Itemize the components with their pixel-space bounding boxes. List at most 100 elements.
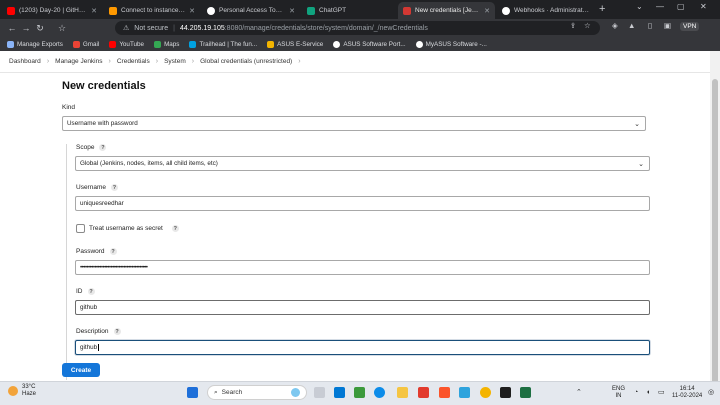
clock[interactable]: 16:14 11-02-2024 xyxy=(672,386,702,400)
treat-username-secret-label: Treat username as secret? xyxy=(89,225,179,232)
bookmarks-bar: Manage Exports Gmail YouTube Maps Trailh… xyxy=(0,37,720,51)
bookmark-icon[interactable]: ☆ xyxy=(55,23,69,34)
globe-icon xyxy=(415,40,423,48)
description-input[interactable]: github xyxy=(75,340,650,355)
file-explorer-icon[interactable] xyxy=(397,387,408,398)
bookmark-maps[interactable]: Maps xyxy=(154,40,179,48)
github-icon xyxy=(207,6,215,15)
taskbar-search[interactable]: ⌕ Search xyxy=(207,385,307,400)
reload-icon[interactable]: ↻ xyxy=(33,23,47,34)
bookmark-asus-eservice[interactable]: ASUS E-Service xyxy=(267,40,323,48)
chevron-right-icon: › xyxy=(155,58,159,65)
tab-github-tokens[interactable]: Personal Access Tokens (Classic ✕ xyxy=(202,2,300,19)
kind-selected-value: Username with password xyxy=(67,120,138,127)
password-input[interactable]: ••••••••••••••••••••••••••••••••••••••••… xyxy=(75,260,650,275)
page-scrollbar[interactable] xyxy=(710,51,720,389)
forward-icon[interactable]: → xyxy=(19,23,33,33)
maximize-icon[interactable]: ▢ xyxy=(677,2,685,11)
new-tab-button[interactable]: + xyxy=(599,3,605,15)
help-icon[interactable]: ? xyxy=(110,184,118,191)
bookmark-manage-exports[interactable]: Manage Exports xyxy=(7,40,63,48)
globe-icon xyxy=(333,40,341,48)
help-icon[interactable]: ? xyxy=(113,328,121,335)
breadcrumb-credentials[interactable]: Credentials xyxy=(117,58,150,65)
text-cursor xyxy=(97,344,99,351)
edge-icon[interactable] xyxy=(374,387,385,398)
jenkins-icon xyxy=(403,6,411,15)
page-title: New credentials xyxy=(62,80,146,92)
address-bar[interactable]: ⚠ Not secure | 44.205.19.105:8080/manage… xyxy=(115,21,600,35)
bookmark-myasus[interactable]: MyASUS Software -... xyxy=(415,40,487,48)
chevron-down-icon[interactable]: ⌄ xyxy=(636,2,643,11)
help-icon[interactable]: ? xyxy=(87,288,95,295)
widgets-icon[interactable] xyxy=(334,387,345,398)
password-masked-value: ••••••••••••••••••••••••••••••••••••••••… xyxy=(80,264,148,271)
username-input[interactable]: uniquesreedhar xyxy=(75,196,650,211)
language-indicator[interactable]: ENG IN xyxy=(612,386,625,400)
chevron-down-icon: ⌄ xyxy=(638,161,644,168)
close-icon[interactable]: ✕ xyxy=(189,7,195,15)
task-view-icon[interactable] xyxy=(314,387,325,398)
start-icon[interactable] xyxy=(187,387,198,398)
close-icon[interactable]: ✕ xyxy=(484,7,490,15)
scrollbar-thumb[interactable] xyxy=(712,79,718,389)
brave-icon[interactable] xyxy=(439,387,450,398)
wallet-icon[interactable]: ▣ xyxy=(664,21,671,30)
back-icon[interactable]: ← xyxy=(5,23,19,33)
close-window-icon[interactable]: ✕ xyxy=(700,2,707,11)
breadcrumb-system[interactable]: System xyxy=(164,58,186,65)
treat-username-secret-checkbox[interactable] xyxy=(76,224,85,233)
tab-github-actions[interactable]: (1203) Day-20 | GitHub Actions ✕ xyxy=(2,2,102,19)
volume-icon[interactable]: ◖ xyxy=(646,389,650,396)
excel-icon[interactable] xyxy=(520,387,531,398)
help-icon[interactable]: ? xyxy=(109,248,117,255)
tab-title: ChatGPT xyxy=(319,7,347,14)
tab-chatgpt[interactable]: ChatGPT xyxy=(302,2,397,19)
github-icon xyxy=(502,6,510,15)
kind-select[interactable]: Username with password ⌄ xyxy=(62,116,646,131)
close-icon[interactable]: ✕ xyxy=(91,7,97,15)
bookmark-gmail[interactable]: Gmail xyxy=(72,40,99,48)
terminal-icon[interactable] xyxy=(500,387,511,398)
url-host: 44.205.19.105 xyxy=(179,24,225,32)
folder-icon xyxy=(267,40,275,48)
scope-select[interactable]: Global (Jenkins, nodes, items, all child… xyxy=(75,156,650,171)
chevron-right-icon: › xyxy=(191,58,195,65)
chevron-up-icon[interactable]: ⌃ xyxy=(576,389,582,396)
brave-shield-icon[interactable]: ◈ xyxy=(612,21,618,30)
bookmark-asus-software-portal[interactable]: ASUS Software Port... xyxy=(333,40,406,48)
vpn-button[interactable]: VPN xyxy=(680,22,700,31)
weather-widget[interactable]: 33°C Haze xyxy=(8,384,36,398)
bookmark-youtube[interactable]: YouTube xyxy=(109,40,144,48)
star-icon[interactable]: ☆ xyxy=(584,21,591,30)
tab-jenkins-new-credentials[interactable]: New credentials [Jenkins] ✕ xyxy=(398,2,495,19)
wifi-icon[interactable]: ◔ xyxy=(634,389,638,396)
chevron-down-icon: ⌄ xyxy=(634,121,640,128)
breadcrumb-global-credentials[interactable]: Global credentials (unrestricted) xyxy=(200,58,292,65)
bing-icon xyxy=(291,388,300,397)
help-icon[interactable]: ? xyxy=(171,225,179,232)
description-label: Description? xyxy=(76,328,121,335)
help-icon[interactable]: ? xyxy=(99,144,107,151)
sidebar-icon[interactable]: ▯ xyxy=(648,21,652,30)
close-icon[interactable]: ✕ xyxy=(289,7,295,15)
opera-icon[interactable] xyxy=(418,387,429,398)
tab-title: Connect to instance | EC2 | us- xyxy=(121,7,185,14)
browser-tab-strip: (1203) Day-20 | GitHub Actions ✕ Connect… xyxy=(0,0,720,19)
tab-title: (1203) Day-20 | GitHub Actions xyxy=(19,7,87,14)
chrome-icon[interactable] xyxy=(480,387,491,398)
notification-icon[interactable]: ◎ xyxy=(708,389,714,396)
create-button[interactable]: Create xyxy=(62,363,100,377)
share-icon[interactable]: ⇪ xyxy=(570,21,576,30)
minimize-icon[interactable]: — xyxy=(656,2,664,11)
tab-ec2[interactable]: Connect to instance | EC2 | us- ✕ xyxy=(104,2,200,19)
tab-webhooks[interactable]: Webhooks · Administration xyxy=(497,2,595,19)
chat-icon[interactable] xyxy=(354,387,365,398)
id-input[interactable]: github xyxy=(75,300,650,315)
vscode-icon[interactable] xyxy=(459,387,470,398)
breadcrumb-dashboard[interactable]: Dashboard xyxy=(9,58,41,65)
battery-icon[interactable]: ▭ xyxy=(658,389,665,396)
breadcrumb-manage-jenkins[interactable]: Manage Jenkins xyxy=(55,58,102,65)
extension-icon[interactable]: ▲ xyxy=(628,21,635,30)
bookmark-trailhead[interactable]: Trailhead | The fun... xyxy=(189,40,257,48)
